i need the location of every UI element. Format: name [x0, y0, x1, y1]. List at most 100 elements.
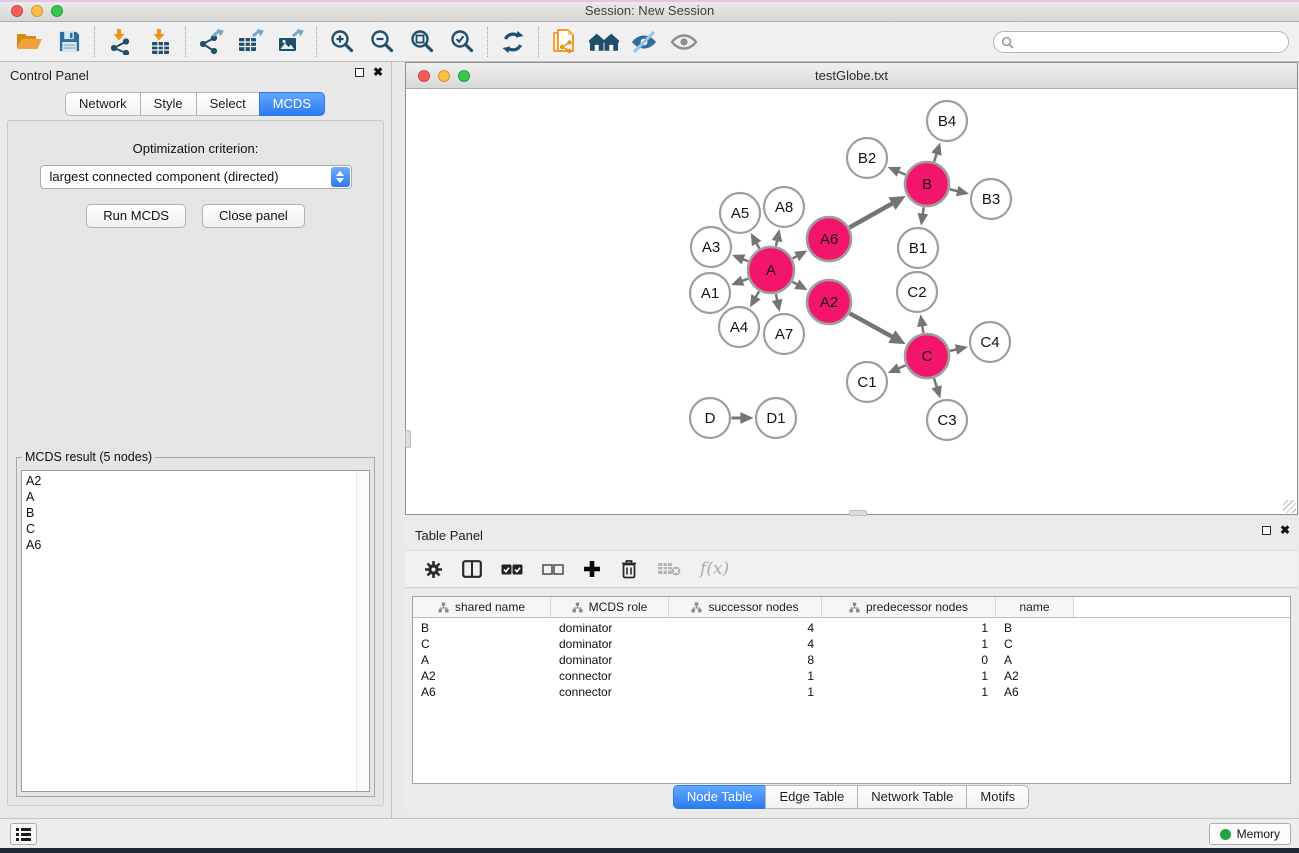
float-table-panel-icon[interactable] — [1262, 526, 1271, 535]
table-cell[interactable]: 1 — [669, 684, 822, 700]
table-toolbar: f(x) — [405, 550, 1298, 588]
zoom-in-icon[interactable] — [327, 28, 357, 56]
show-eye-icon[interactable] — [669, 28, 699, 56]
table-cell[interactable]: 1 — [822, 620, 996, 636]
tab-style[interactable]: Style — [140, 92, 197, 116]
search-input[interactable] — [1019, 33, 1288, 51]
table-cell[interactable]: 1 — [822, 668, 996, 684]
run-mcds-button[interactable]: Run MCDS — [86, 204, 186, 228]
column-header-predecessor-nodes[interactable]: predecessor nodes — [822, 597, 996, 617]
delete-column-icon[interactable] — [620, 556, 638, 582]
export-network-icon[interactable] — [196, 28, 226, 56]
table-cell[interactable]: B — [413, 620, 551, 636]
home-icon[interactable] — [589, 28, 619, 56]
export-table-icon[interactable] — [236, 28, 266, 56]
table-cell[interactable]: dominator — [551, 620, 669, 636]
table-row[interactable]: A6connector11A6 — [413, 684, 1290, 700]
mcds-panel-content: Optimization criterion: largest connecte… — [7, 120, 384, 806]
export-image-icon[interactable] — [276, 28, 306, 56]
table-cell[interactable]: 1 — [669, 668, 822, 684]
mcds-result-item[interactable]: B — [26, 505, 369, 521]
mcds-result-item[interactable]: A — [26, 489, 369, 505]
new-network-from-selection-icon[interactable] — [549, 28, 579, 56]
table-row[interactable]: Cdominator41C — [413, 636, 1290, 652]
tab-motifs[interactable]: Motifs — [966, 785, 1029, 809]
column-header-shared-name[interactable]: shared name — [413, 597, 551, 617]
zoom-out-icon[interactable] — [367, 28, 397, 56]
table-row[interactable]: Bdominator41B — [413, 620, 1290, 636]
network-zoom-button[interactable] — [458, 70, 470, 82]
graph-edge-A6-B[interactable] — [849, 203, 893, 228]
graph-edge-A2-C[interactable] — [850, 313, 894, 337]
tab-network-table[interactable]: Network Table — [857, 785, 967, 809]
select-all-icon[interactable] — [501, 556, 523, 582]
table-settings-gear-icon[interactable] — [424, 556, 443, 582]
refresh-icon[interactable] — [498, 28, 528, 56]
table-cell[interactable]: A — [413, 652, 551, 668]
save-session-icon[interactable] — [54, 28, 84, 56]
close-window-button[interactable] — [11, 5, 23, 17]
tab-select[interactable]: Select — [196, 92, 260, 116]
mcds-result-list[interactable]: A2ABCA6 — [21, 470, 370, 792]
table-cell[interactable]: A2 — [996, 668, 1074, 684]
table-cell[interactable]: 8 — [669, 652, 822, 668]
graph-node-label: A — [766, 262, 776, 279]
network-canvas[interactable]: B4B2BB3A5A8A6A3AB1A1A2C2A4A7C4CC1DD1C3 — [406, 90, 1297, 514]
table-cell[interactable]: dominator — [551, 652, 669, 668]
function-builder-icon-disabled: f(x) — [700, 559, 729, 579]
mcds-result-item[interactable]: A2 — [26, 473, 369, 489]
table-cell[interactable]: 1 — [822, 636, 996, 652]
mcds-result-item[interactable]: A6 — [26, 537, 369, 553]
table-cell[interactable]: A2 — [413, 668, 551, 684]
table-cell[interactable]: B — [996, 620, 1074, 636]
scrollbar-track[interactable] — [356, 471, 369, 791]
column-header-successor-nodes[interactable]: successor nodes — [669, 597, 822, 617]
table-cell[interactable]: connector — [551, 668, 669, 684]
table-cell[interactable]: C — [996, 636, 1074, 652]
table-cell[interactable]: connector — [551, 684, 669, 700]
table-cell[interactable]: 4 — [669, 620, 822, 636]
graph-node-label: B2 — [858, 150, 876, 167]
zoom-fit-icon[interactable] — [407, 28, 437, 56]
show-columns-icon[interactable] — [462, 556, 482, 582]
show-panels-list-button[interactable] — [10, 823, 37, 845]
table-row[interactable]: Adominator80A — [413, 652, 1290, 668]
resize-grip-icon[interactable] — [1283, 500, 1296, 513]
mcds-result-item[interactable]: C — [26, 521, 369, 537]
float-panel-icon[interactable] — [355, 68, 364, 77]
tab-mcds[interactable]: MCDS — [259, 92, 325, 116]
table-row[interactable]: A2connector11A2 — [413, 668, 1290, 684]
add-column-icon[interactable] — [583, 556, 601, 582]
network-close-button[interactable] — [418, 70, 430, 82]
close-table-panel-icon[interactable]: ✖ — [1280, 525, 1290, 535]
table-cell[interactable]: 4 — [669, 636, 822, 652]
table-cell[interactable]: C — [413, 636, 551, 652]
tab-network[interactable]: Network — [65, 92, 141, 116]
close-panel-button[interactable]: Close panel — [202, 204, 305, 228]
table-cell[interactable]: dominator — [551, 636, 669, 652]
optimization-criterion-select[interactable]: largest connected component (directed) — [40, 165, 352, 189]
zoom-selected-icon[interactable] — [447, 28, 477, 56]
open-file-icon[interactable] — [14, 28, 44, 56]
table-cell[interactable]: 1 — [822, 684, 996, 700]
splitter-grip-vertical[interactable] — [405, 430, 411, 448]
import-network-icon[interactable] — [105, 28, 135, 56]
zoom-window-button[interactable] — [51, 5, 63, 17]
network-minimize-button[interactable] — [438, 70, 450, 82]
close-panel-icon[interactable]: ✖ — [373, 67, 383, 77]
hide-neighbors-eye-icon[interactable] — [629, 28, 659, 56]
deselect-all-icon[interactable] — [542, 556, 564, 582]
minimize-window-button[interactable] — [31, 5, 43, 17]
table-cell[interactable]: A — [996, 652, 1074, 668]
column-header-MCDS-role[interactable]: MCDS role — [551, 597, 669, 617]
splitter-grip-horizontal[interactable] — [849, 510, 867, 516]
memory-button[interactable]: Memory — [1209, 823, 1291, 845]
tab-edge-table[interactable]: Edge Table — [765, 785, 858, 809]
tab-node-table[interactable]: Node Table — [673, 785, 767, 809]
column-header-name[interactable]: name — [996, 597, 1074, 617]
table-cell[interactable]: 0 — [822, 652, 996, 668]
table-cell[interactable]: A6 — [413, 684, 551, 700]
table-cell[interactable]: A6 — [996, 684, 1074, 700]
search-box[interactable] — [993, 31, 1289, 53]
import-table-icon[interactable] — [145, 28, 175, 56]
